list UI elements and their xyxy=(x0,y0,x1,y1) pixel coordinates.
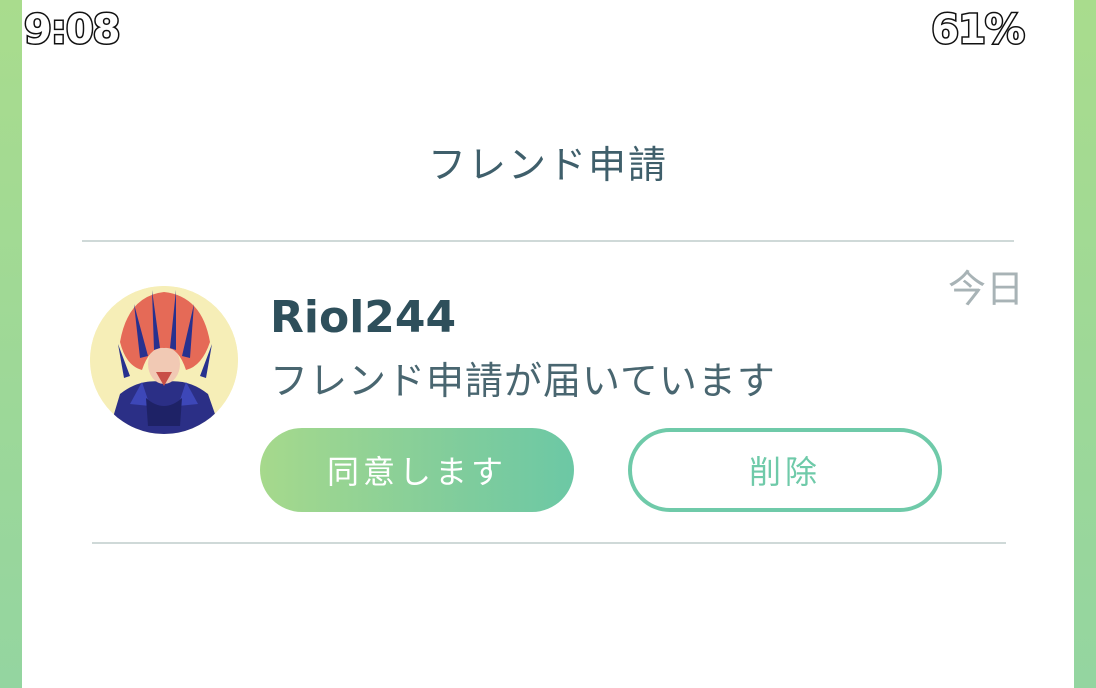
divider-top xyxy=(82,240,1014,242)
accept-button[interactable]: 同意します xyxy=(260,428,574,512)
trainer-avatar-icon[interactable] xyxy=(90,286,238,434)
divider-bottom xyxy=(92,542,1006,544)
status-time: 9:08 xyxy=(23,6,122,55)
request-timestamp: 今日 xyxy=(948,267,1025,311)
request-message: フレンド申請が届いています xyxy=(270,359,776,403)
delete-button[interactable]: 削除 xyxy=(628,428,942,512)
page-title: フレンド申請 xyxy=(427,143,668,187)
status-battery: 61% xyxy=(930,6,1027,55)
friend-username: Riol244 xyxy=(270,292,457,343)
